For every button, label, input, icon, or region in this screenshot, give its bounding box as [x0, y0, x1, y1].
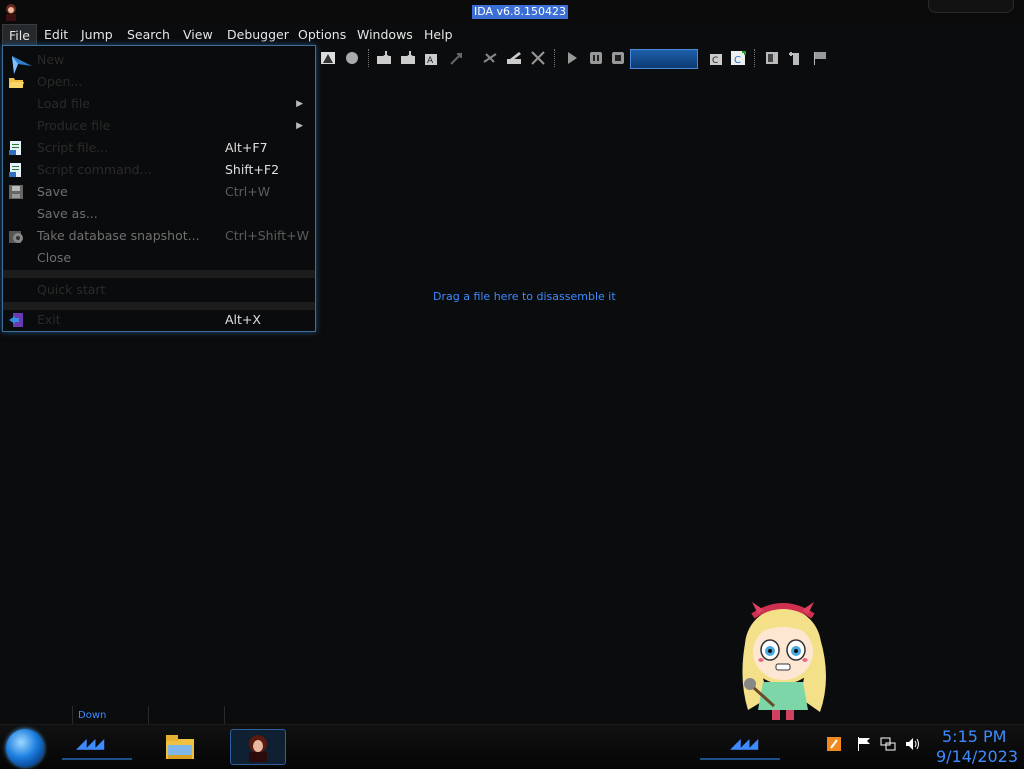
- file-menu-take-snapshot[interactable]: Take database snapshot... Ctrl+Shift+W: [3, 225, 315, 247]
- toolbar-separator: [368, 49, 371, 67]
- add-segment-icon[interactable]: [788, 50, 804, 66]
- snapshot-icon: [9, 231, 23, 243]
- breakpoint-icon[interactable]: [344, 50, 360, 66]
- file-menu: New Open... Load file ▶ Produce file ▶ S…: [2, 45, 316, 332]
- mascot-character: [742, 602, 826, 720]
- menu-search[interactable]: Search: [121, 24, 176, 45]
- toolbar-separator: [754, 49, 757, 67]
- network-icon[interactable]: [880, 736, 896, 752]
- submenu-arrow-icon: ▶: [296, 99, 303, 109]
- toolbar-separator: [554, 49, 557, 67]
- code-icon[interactable]: [376, 50, 392, 66]
- data-icon[interactable]: [400, 50, 416, 66]
- debugger-select[interactable]: [630, 49, 698, 69]
- file-menu-script-command[interactable]: Script command... Shift+F2: [3, 159, 315, 181]
- taskbar-ida64[interactable]: [230, 729, 286, 765]
- status-divider: [72, 706, 73, 724]
- file-menu-quick-start[interactable]: Quick start: [3, 279, 315, 301]
- svg-text:C: C: [712, 56, 718, 66]
- file-menu-save[interactable]: Save Ctrl+W: [3, 181, 315, 203]
- file-menu-close[interactable]: Close: [3, 247, 315, 269]
- menu-help[interactable]: Help: [418, 24, 459, 45]
- window-title: IDA v6.8.150423: [472, 5, 569, 19]
- status-divider: [224, 706, 225, 724]
- svg-text:A: A: [427, 56, 434, 66]
- undefine-icon[interactable]: [530, 50, 546, 66]
- ascii-string-icon[interactable]: A: [424, 50, 440, 66]
- title-bar: IDA v6.8.150423: [0, 0, 1024, 25]
- segments-icon[interactable]: [764, 50, 780, 66]
- taskbar-decoration: [700, 758, 780, 760]
- menu-options[interactable]: Options: [292, 24, 352, 45]
- java-update-icon[interactable]: [826, 736, 842, 752]
- edit-icon[interactable]: [506, 50, 522, 66]
- flag-icon[interactable]: [856, 736, 872, 752]
- start-button[interactable]: [6, 729, 44, 767]
- c-source-icon[interactable]: C: [708, 50, 724, 66]
- c-pseudocode-icon[interactable]: C: [730, 50, 746, 66]
- flag-icon[interactable]: [812, 50, 828, 66]
- warning-icon[interactable]: [320, 50, 336, 66]
- file-menu-open[interactable]: Open...: [3, 71, 315, 93]
- status-divider: [148, 706, 149, 724]
- menu-jump[interactable]: Jump: [75, 24, 119, 45]
- file-menu-produce-file[interactable]: Produce file ▶: [3, 115, 315, 137]
- save-icon: [9, 185, 23, 199]
- chevron-decoration-icon: ◢◢◢: [76, 736, 104, 752]
- play-icon[interactable]: [564, 50, 580, 66]
- menu-separator: [3, 270, 315, 278]
- submenu-arrow-icon: ▶: [296, 121, 303, 131]
- status-down: Down: [78, 710, 107, 721]
- window-controls[interactable]: [928, 0, 1014, 13]
- file-menu-exit[interactable]: Exit Alt+X: [3, 309, 315, 331]
- menu-file[interactable]: File: [2, 24, 37, 45]
- drag-drop-hint: Drag a file here to disassemble it: [433, 290, 616, 303]
- pause-icon[interactable]: [588, 50, 604, 66]
- chevron-decoration-icon: ◢◢◢: [730, 736, 758, 752]
- ida-app-icon[interactable]: [3, 3, 19, 21]
- crossref-icon[interactable]: [482, 50, 498, 66]
- menu-windows[interactable]: Windows: [351, 24, 419, 45]
- menu-bar: File Edit Jump Search View Debugger Opti…: [0, 24, 1024, 45]
- folder-open-icon: [9, 78, 24, 88]
- file-menu-script-file[interactable]: Script file... Alt+F7: [3, 137, 315, 159]
- struct-var-icon[interactable]: [448, 50, 464, 66]
- clock-time[interactable]: 5:15 PM: [942, 727, 1006, 746]
- ida-app-icon: [249, 735, 267, 762]
- toolbar: A C C: [318, 47, 838, 71]
- menu-edit[interactable]: Edit: [38, 24, 74, 45]
- folder-icon[interactable]: [164, 733, 196, 761]
- volume-icon[interactable]: [904, 736, 920, 752]
- file-menu-save-as[interactable]: Save as...: [3, 203, 315, 225]
- svg-text:C: C: [734, 55, 741, 66]
- menu-debugger[interactable]: Debugger: [221, 24, 295, 45]
- menu-view[interactable]: View: [177, 24, 219, 45]
- file-menu-new[interactable]: New: [3, 49, 315, 74]
- taskbar-decoration: [62, 758, 132, 760]
- script-file-icon: [9, 141, 21, 155]
- exit-icon: [9, 313, 23, 327]
- script-command-icon: [9, 163, 21, 177]
- stop-icon[interactable]: [610, 50, 626, 66]
- file-menu-load-file[interactable]: Load file ▶: [3, 93, 315, 115]
- clock-date[interactable]: 9/14/2023: [936, 747, 1018, 766]
